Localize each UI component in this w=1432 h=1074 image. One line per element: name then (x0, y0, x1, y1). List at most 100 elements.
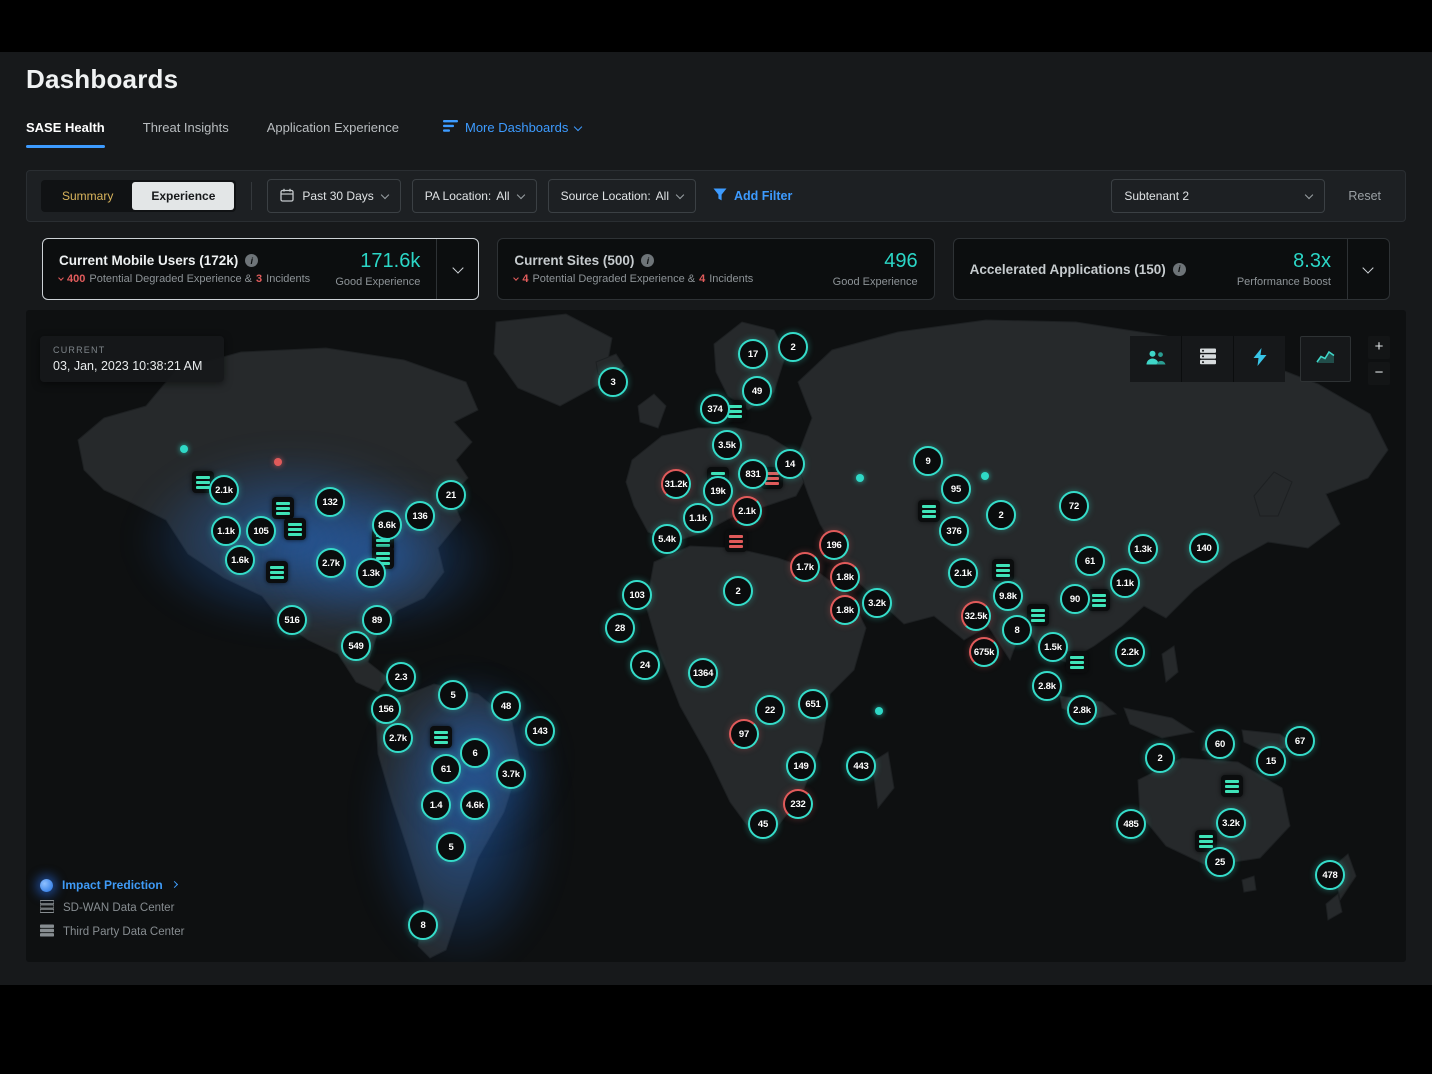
map-marker[interactable]: 17 (738, 339, 768, 369)
map-marker[interactable]: 2 (778, 332, 808, 362)
map-marker[interactable]: 105 (246, 516, 276, 546)
map-marker[interactable]: 67 (1285, 726, 1315, 756)
map-marker[interactable]: 485 (1116, 809, 1146, 839)
map-marker[interactable]: 60 (1205, 729, 1235, 759)
map-marker[interactable]: 5 (436, 832, 466, 862)
map-marker[interactable]: 25 (1205, 847, 1235, 877)
map-marker[interactable]: 5 (438, 680, 468, 710)
data-center-icon[interactable] (430, 726, 452, 748)
reset-button[interactable]: Reset (1348, 189, 1381, 203)
map-marker[interactable]: 196 (819, 530, 849, 560)
map-marker[interactable]: 3.7k (496, 759, 526, 789)
data-center-icon[interactable] (272, 497, 294, 519)
map-marker[interactable]: 374 (700, 394, 730, 424)
pa-location-dropdown[interactable]: PA Location: All (412, 179, 537, 213)
source-location-dropdown[interactable]: Source Location: All (548, 179, 696, 213)
info-icon[interactable]: i (245, 254, 258, 267)
map-marker[interactable]: 97 (729, 719, 759, 749)
data-center-layer-button[interactable] (1182, 336, 1233, 382)
map-marker[interactable]: 443 (846, 751, 876, 781)
map-marker[interactable]: 8 (1002, 615, 1032, 645)
map-marker[interactable]: 103 (622, 580, 652, 610)
map-marker[interactable]: 49 (742, 376, 772, 406)
map-marker[interactable]: 2.2k (1115, 637, 1145, 667)
map-marker[interactable]: 72 (1059, 491, 1089, 521)
map-marker[interactable]: 1.3k (356, 558, 386, 588)
subtenant-select[interactable]: Subtenant 2 (1111, 179, 1325, 213)
map-marker[interactable]: 4.6k (460, 790, 490, 820)
map-marker[interactable]: 19k (703, 476, 733, 506)
map-marker[interactable]: 8 (408, 910, 438, 940)
data-center-icon[interactable] (918, 500, 940, 522)
map-marker[interactable]: 140 (1189, 533, 1219, 563)
map-marker[interactable]: 516 (277, 605, 307, 635)
data-center-icon[interactable] (284, 518, 306, 540)
map-marker[interactable]: 48 (491, 691, 521, 721)
zoom-in-button[interactable]: + (1368, 336, 1390, 359)
map-marker[interactable]: 9 (913, 446, 943, 476)
kpi-card-sites[interactable]: Current Sites (500) i 4 Potential Degrad… (497, 238, 934, 300)
map-marker[interactable]: 61 (431, 754, 461, 784)
degraded-data-center-icon[interactable] (725, 530, 747, 552)
map-marker[interactable]: 1.8k (830, 562, 860, 592)
map-marker[interactable]: 89 (362, 605, 392, 635)
map-marker[interactable]: 2 (723, 576, 753, 606)
impact-prediction-link[interactable]: Impact Prediction (40, 878, 184, 892)
map-marker[interactable]: 61 (1075, 546, 1105, 576)
map-marker[interactable]: 1.5k (1038, 632, 1068, 662)
map-marker[interactable]: 132 (315, 487, 345, 517)
map-marker[interactable]: 9.8k (993, 581, 1023, 611)
tab-sase-health[interactable]: SASE Health (26, 120, 105, 148)
map-marker[interactable]: 2.8k (1067, 695, 1097, 725)
add-filter-button[interactable]: Add Filter (713, 188, 792, 204)
map-marker[interactable]: 831 (738, 459, 768, 489)
world-map-panel[interactable]: 2.1k132211368.6k1051.1k1.6k2.7k1.3k51689… (26, 310, 1406, 962)
map-marker[interactable]: 143 (525, 716, 555, 746)
data-center-icon[interactable] (1066, 651, 1088, 673)
map-marker[interactable]: 2 (1145, 743, 1175, 773)
tab-threat-insights[interactable]: Threat Insights (143, 120, 229, 148)
map-marker[interactable]: 24 (630, 650, 660, 680)
map-marker[interactable]: 28 (605, 613, 635, 643)
map-marker[interactable]: 95 (941, 474, 971, 504)
map-marker[interactable]: 1.3k (1128, 534, 1158, 564)
map-marker[interactable]: 1.1k (1110, 568, 1140, 598)
map-marker[interactable]: 2.1k (209, 475, 239, 505)
map-marker[interactable]: 2.3 (386, 662, 416, 692)
map-marker[interactable]: 90 (1060, 584, 1090, 614)
kpi-expand-button[interactable] (1347, 239, 1389, 299)
map-marker[interactable]: 31.2k (661, 469, 691, 499)
kpi-card-accelerated-apps[interactable]: Accelerated Applications (150) i 8.3x Pe… (953, 238, 1390, 300)
map-marker[interactable]: 1364 (688, 658, 718, 688)
map-marker[interactable]: 32.5k (961, 601, 991, 631)
map-marker[interactable]: 232 (783, 789, 813, 819)
map-marker[interactable]: 3.2k (1216, 808, 1246, 838)
map-marker[interactable]: 136 (405, 501, 435, 531)
map-marker[interactable]: 2.7k (316, 548, 346, 578)
map-marker[interactable]: 376 (939, 516, 969, 546)
map-marker[interactable]: 21 (436, 480, 466, 510)
data-center-icon[interactable] (1088, 589, 1110, 611)
data-center-icon[interactable] (266, 561, 288, 583)
summary-toggle[interactable]: Summary (43, 182, 132, 210)
map-marker[interactable]: 2.1k (948, 558, 978, 588)
kpi-expand-button[interactable] (436, 239, 478, 299)
info-icon[interactable]: i (641, 254, 654, 267)
map-marker[interactable]: 1.1k (683, 503, 713, 533)
more-dashboards-menu[interactable]: More Dashboards (443, 120, 581, 148)
map-marker[interactable]: 2.8k (1032, 671, 1062, 701)
date-range-picker[interactable]: Past 30 Days (267, 179, 400, 213)
map-marker[interactable]: 2.1k (732, 496, 762, 526)
map-marker[interactable]: 45 (748, 809, 778, 839)
map-marker[interactable]: 3 (598, 367, 628, 397)
users-layer-button[interactable] (1130, 336, 1181, 382)
map-marker[interactable]: 549 (341, 631, 371, 661)
map-marker[interactable]: 149 (786, 751, 816, 781)
tab-application-experience[interactable]: Application Experience (267, 120, 399, 148)
map-marker[interactable]: 651 (798, 689, 828, 719)
map-marker[interactable]: 8.6k (372, 510, 402, 540)
map-marker[interactable]: 22 (755, 695, 785, 725)
map-marker[interactable]: 675k (969, 637, 999, 667)
map-marker[interactable]: 5.4k (652, 524, 682, 554)
map-marker[interactable]: 156 (371, 694, 401, 724)
